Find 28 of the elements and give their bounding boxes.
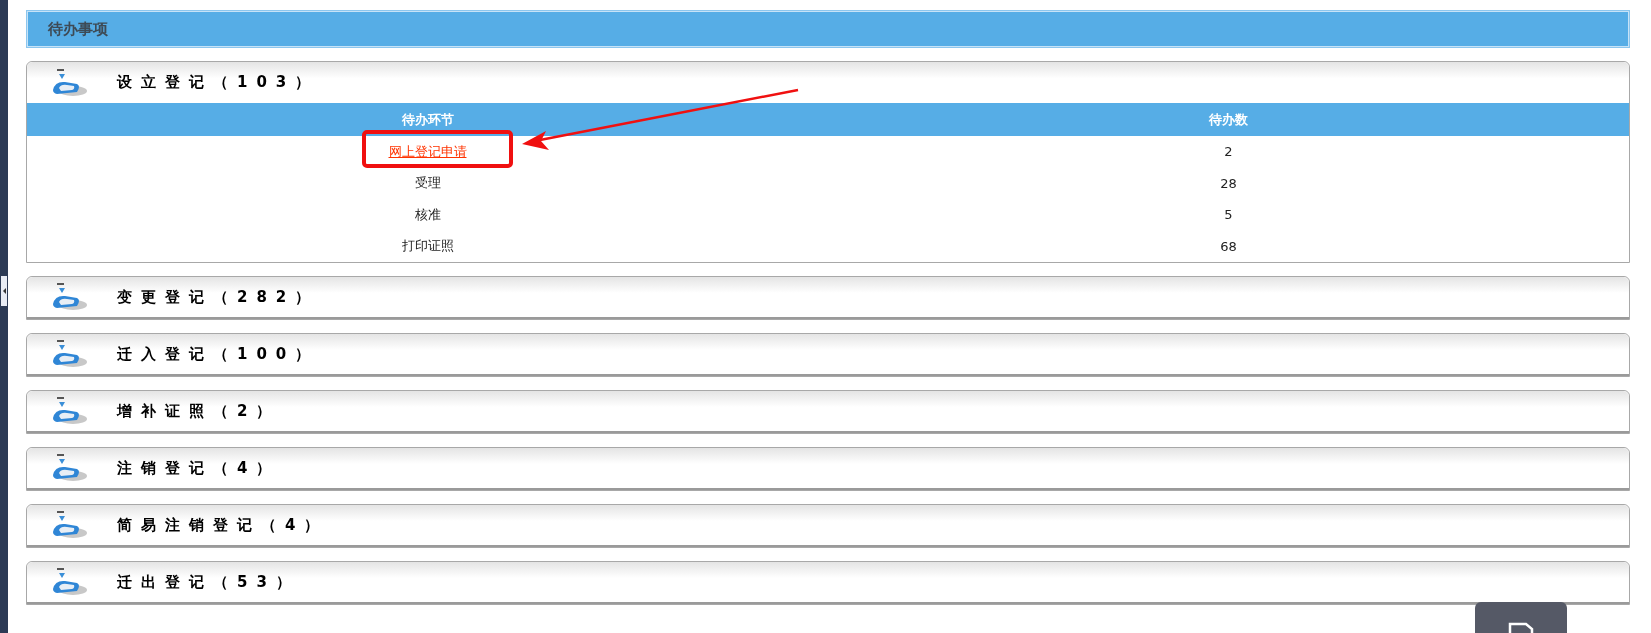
pending-count: 28 xyxy=(1220,175,1237,191)
note-icon xyxy=(1508,622,1534,633)
group-title: 迁入登记（100） xyxy=(117,344,320,364)
pending-count: 5 xyxy=(1224,207,1233,223)
page-title: 待办事项 xyxy=(26,10,1630,48)
group-title: 增补证照（2） xyxy=(117,401,281,421)
group-header[interactable]: 迁出登记（53） xyxy=(27,562,1629,604)
floating-button[interactable] xyxy=(1475,602,1567,633)
group-title: 变更登记（282） xyxy=(117,287,320,307)
caret-icon xyxy=(2,288,6,294)
step-name: 核准 xyxy=(414,206,441,222)
step-name: 受理 xyxy=(414,175,441,191)
group-title: 注销登记（4） xyxy=(117,458,281,478)
group-title: 迁出登记（53） xyxy=(117,572,300,592)
group-header[interactable]: 简易注销登记（4） xyxy=(27,505,1629,547)
column-header: 待办数 xyxy=(828,103,1629,136)
step-link[interactable]: 网上登记申请 xyxy=(388,143,467,159)
pending-count: 68 xyxy=(1220,238,1237,254)
pending-count: 2 xyxy=(1224,144,1233,160)
group-title: 设立登记（103） xyxy=(117,73,320,92)
group-header[interactable]: 变更登记（282） xyxy=(27,277,1629,319)
group-header[interactable]: 迁入登记（100） xyxy=(27,334,1629,376)
group-title: 简易注销登记（4） xyxy=(117,515,329,535)
step-name: 打印证照 xyxy=(401,238,454,254)
group-header[interactable]: 注销登记（4） xyxy=(27,448,1629,490)
column-header: 待办环节 xyxy=(27,103,828,136)
group-header[interactable]: 增补证照（2） xyxy=(27,391,1629,433)
collapse-handle[interactable] xyxy=(1,276,7,306)
